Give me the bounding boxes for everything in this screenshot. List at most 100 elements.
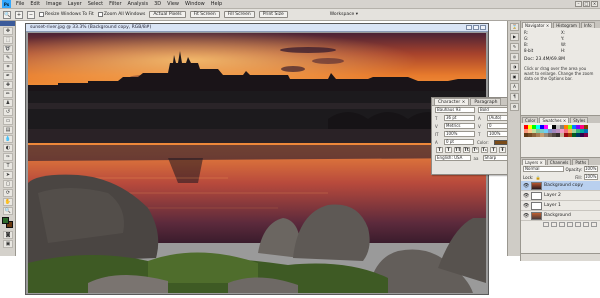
color-swatches[interactable] (2, 217, 13, 229)
paragraph-panel-icon[interactable]: ¶ (510, 93, 519, 101)
tab-styles[interactable]: Styles (570, 117, 589, 123)
type-tool-icon[interactable]: T (3, 162, 13, 170)
fill-field[interactable]: 100% (584, 174, 598, 180)
tab-color[interactable]: Color (522, 117, 539, 123)
healing-brush-tool-icon[interactable]: ✚ (3, 81, 13, 89)
small-caps-button[interactable]: Tt (463, 147, 470, 153)
actions-panel-icon[interactable]: ▶ (510, 33, 519, 41)
menu-image[interactable]: Image (43, 0, 65, 9)
fit-screen-button[interactable]: Fit Screen (189, 11, 220, 18)
doc-close-icon[interactable] (480, 25, 486, 30)
adjustment-layer-icon[interactable] (567, 222, 573, 227)
layer-row[interactable]: 👁 Background copy (521, 181, 600, 191)
workspace-menu[interactable]: Workspace ▾ (330, 12, 358, 17)
foreground-color-swatch[interactable] (2, 217, 9, 224)
tab-paragraph[interactable]: Paragraph (470, 98, 502, 105)
layer-row[interactable]: 👁 Layer 1 (521, 201, 600, 211)
blur-tool-icon[interactable]: 💧 (3, 135, 13, 143)
faux-bold-button[interactable]: T (436, 147, 443, 153)
adjustments-panel-icon[interactable]: ◑ (510, 63, 519, 71)
tab-character[interactable]: Character × (434, 98, 470, 105)
document-tab[interactable]: sunset-river.jpg @ 33.3% (Background cop… (26, 24, 488, 32)
tab-histogram[interactable]: Histogram (553, 22, 580, 28)
doc-minimize-icon[interactable] (466, 25, 472, 30)
eye-icon[interactable]: 👁 (523, 213, 529, 219)
eye-icon[interactable]: 👁 (523, 203, 529, 209)
3d-rotate-tool-icon[interactable]: ⟳ (3, 189, 13, 197)
path-select-tool-icon[interactable]: ➤ (3, 171, 13, 179)
clone-stamp-tool-icon[interactable]: ♟ (3, 99, 13, 107)
menu-3d[interactable]: 3D (151, 0, 164, 9)
layer-row[interactable]: 👁 Layer 2 (521, 191, 600, 201)
print-size-button[interactable]: Print Size (258, 11, 288, 18)
underline-button[interactable]: T (490, 147, 497, 153)
quick-select-tool-icon[interactable]: ✎ (3, 54, 13, 62)
quick-mask-icon[interactable]: ◙ (3, 231, 13, 239)
new-layer-icon[interactable] (583, 222, 589, 227)
opacity-field[interactable]: 100% (584, 166, 598, 172)
zoom-out-icon[interactable]: − (27, 10, 35, 19)
all-caps-button[interactable]: TT (454, 147, 461, 153)
gradient-tool-icon[interactable]: ▤ (3, 126, 13, 134)
faux-italic-button[interactable]: T (445, 147, 452, 153)
move-tool-icon[interactable]: ✥ (3, 27, 13, 35)
trash-icon[interactable] (591, 222, 597, 227)
tool-presets-panel-icon[interactable]: ⚙ (510, 103, 519, 111)
history-brush-tool-icon[interactable]: ↺ (3, 108, 13, 116)
brush-tool-icon[interactable]: ✏ (3, 90, 13, 98)
strikethrough-button[interactable]: Ŧ (499, 147, 506, 153)
tab-layers[interactable]: Layers × (522, 159, 546, 165)
menu-layer[interactable]: Layer (65, 0, 85, 9)
layer-style-icon[interactable] (551, 222, 557, 227)
vertical-scale-field[interactable]: 100% (444, 131, 475, 137)
font-size-field[interactable]: 36 pt (444, 115, 475, 121)
layer-row[interactable]: 👁 Background (521, 211, 600, 221)
menu-file[interactable]: File (13, 0, 27, 9)
color-swatch[interactable] (584, 133, 588, 137)
zoom-all-checkbox[interactable]: Zoom All Windows (97, 12, 145, 17)
font-family-select[interactable]: Bauhaus 93 (435, 107, 475, 113)
clone-source-panel-icon[interactable]: ◎ (510, 53, 519, 61)
menu-window[interactable]: Window (182, 0, 208, 9)
link-layers-icon[interactable] (543, 222, 549, 227)
tab-swatches[interactable]: Swatches × (539, 117, 570, 123)
marquee-tool-icon[interactable]: ⬚ (3, 36, 13, 44)
superscript-button[interactable]: T¹ (472, 147, 479, 153)
menu-help[interactable]: Help (208, 0, 225, 9)
screen-mode-icon[interactable]: ▣ (3, 240, 13, 248)
menu-edit[interactable]: Edit (27, 0, 43, 9)
actual-pixels-button[interactable]: Actual Pixels (149, 11, 186, 18)
masks-panel-icon[interactable]: ▣ (510, 73, 519, 81)
menu-analysis[interactable]: Analysis (125, 0, 152, 9)
fill-screen-button[interactable]: Fill Screen (223, 11, 255, 18)
zoom-tool-icon[interactable]: 🔍 (3, 207, 13, 215)
lock-icon[interactable]: 🔒 (535, 175, 540, 180)
maximize-icon[interactable]: □ (583, 1, 590, 7)
subscript-button[interactable]: T₁ (481, 147, 488, 153)
eyedropper-tool-icon[interactable]: ✒ (3, 72, 13, 80)
history-panel-icon[interactable]: ⌛ (510, 23, 519, 31)
layer-mask-icon[interactable] (559, 222, 565, 227)
character-panel-icon[interactable]: A (510, 83, 519, 91)
tab-channels[interactable]: Channels (546, 159, 572, 165)
minimize-icon[interactable]: – (575, 1, 582, 7)
image-canvas[interactable] (28, 33, 486, 293)
tab-info[interactable]: Info (580, 22, 595, 28)
checkbox-box[interactable] (39, 12, 44, 17)
tab-paths[interactable]: Paths (572, 159, 590, 165)
menu-select[interactable]: Select (85, 0, 106, 9)
brushes-panel-icon[interactable]: ✎ (510, 43, 519, 51)
checkbox-box[interactable] (97, 12, 103, 17)
zoom-in-icon[interactable]: + (15, 10, 23, 19)
pen-tool-icon[interactable]: ✑ (3, 153, 13, 161)
hand-tool-icon[interactable]: ✋ (3, 198, 13, 206)
language-select[interactable]: English: USA (435, 155, 471, 161)
blend-mode-select[interactable]: Normal (523, 166, 564, 172)
kerning-field[interactable]: Metrics (444, 123, 475, 129)
baseline-field[interactable]: 0 pt (444, 139, 474, 145)
close-icon[interactable]: × (591, 1, 598, 7)
lasso-tool-icon[interactable]: ➰ (3, 45, 13, 53)
menu-view[interactable]: View (164, 0, 182, 9)
menu-filter[interactable]: Filter (106, 0, 124, 9)
tab-navigator[interactable]: Navigator × (522, 22, 553, 28)
